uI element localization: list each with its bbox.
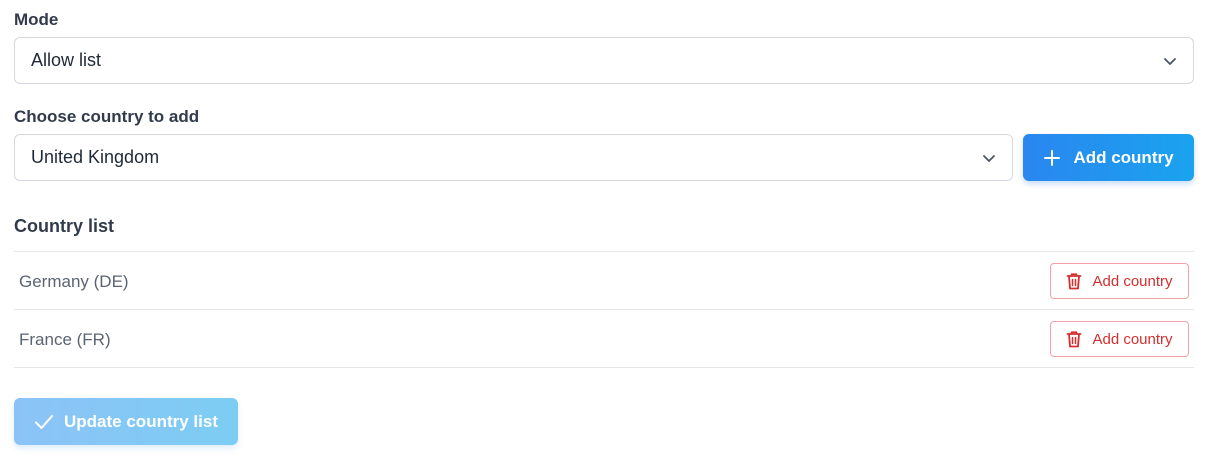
update-country-list-button-label: Update country list: [64, 411, 218, 431]
update-country-list-button[interactable]: Update country list: [14, 398, 238, 445]
divider: [14, 367, 1194, 368]
add-country-button[interactable]: Add country: [1023, 134, 1194, 181]
remove-country-button-label: Add country: [1092, 330, 1173, 348]
trash-icon: [1067, 331, 1082, 348]
remove-country-button-label: Add country: [1092, 272, 1173, 290]
country-name: France (FR): [19, 330, 111, 349]
mode-select-value: Allow list: [31, 50, 102, 70]
plus-icon: [1044, 149, 1061, 166]
mode-select[interactable]: Allow list: [14, 37, 1194, 84]
chevron-down-icon: [983, 154, 995, 162]
divider: [14, 251, 1194, 252]
country-list-title: Country list: [14, 216, 115, 236]
remove-country-button[interactable]: Add country: [1050, 321, 1189, 357]
country-filter-form: Mode Allow list Choose country to add Un…: [0, 0, 1210, 457]
country-name: Germany (DE): [19, 272, 129, 291]
remove-country-button[interactable]: Add country: [1050, 263, 1189, 299]
country-picker-label: Choose country to add: [14, 107, 200, 126]
check-icon: [35, 414, 54, 429]
add-country-button-label: Add country: [1073, 147, 1174, 167]
divider: [14, 309, 1194, 310]
trash-icon: [1067, 273, 1082, 290]
country-select-value: United Kingdom: [31, 147, 160, 167]
country-select[interactable]: United Kingdom: [14, 134, 1013, 181]
mode-label: Mode: [14, 10, 59, 29]
chevron-down-icon: [1164, 57, 1176, 65]
